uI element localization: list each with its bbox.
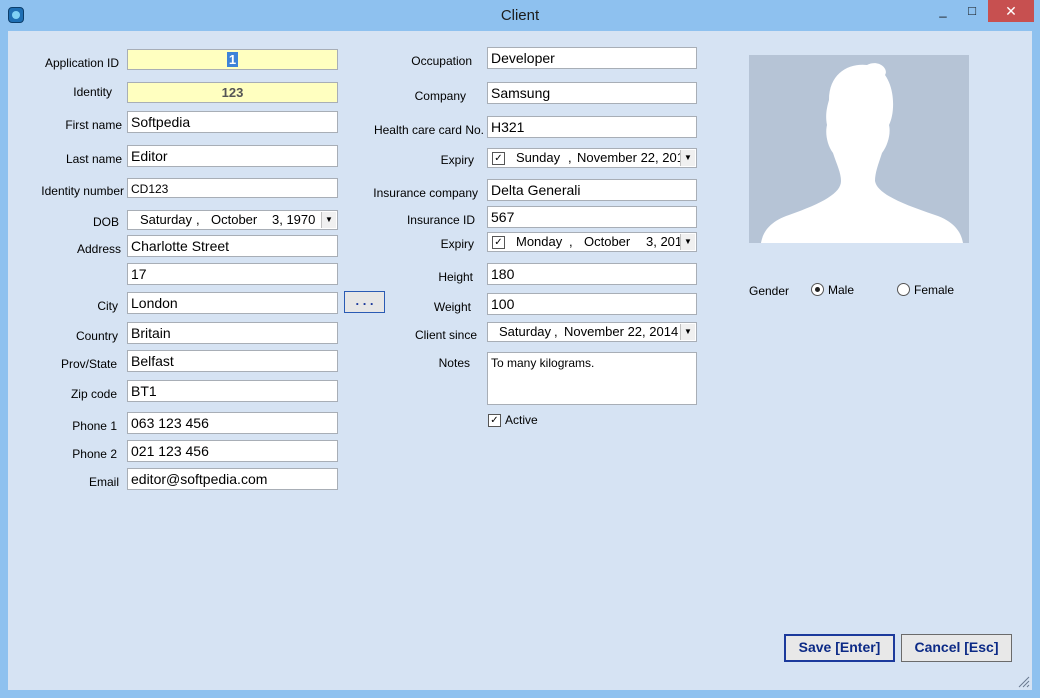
expiry2-datepicker[interactable]: ✓ Monday , October 3, 201 ▼ [487,232,697,252]
client-since-label: Client since [414,328,477,342]
email-field[interactable]: editor@softpedia.com [127,468,338,490]
client-since-datepicker[interactable]: Saturday , November 22, 2014 ▼ [487,322,697,342]
application-id-field[interactable]: 1 [127,49,338,70]
notes-label: Notes [438,356,470,370]
dob-date: 3, 1970 [272,212,316,227]
client-since-date: November 22, 2014 [564,324,679,339]
active-label: Active [505,413,538,427]
expiry1-date: November 22, 201 [577,150,684,165]
height-label: Height [438,270,473,284]
first-name-label: First name [65,118,122,132]
address-line2-field[interactable]: 17 [127,263,338,285]
country-field[interactable]: Britain [127,322,338,344]
phone2-label: Phone 2 [72,447,117,461]
occupation-field[interactable]: Developer [487,47,697,69]
prov-state-label: Prov/State [60,357,117,371]
zip-code-label: Zip code [70,387,117,401]
save-button[interactable]: Save [Enter] [784,634,895,662]
city-lookup-button[interactable]: . . . [344,291,385,313]
city-field[interactable]: London [127,292,338,314]
close-button[interactable]: ✕ [988,0,1034,22]
expiry2-date: 3, 201 [646,234,683,249]
chevron-down-icon[interactable]: ▼ [680,324,695,340]
client-photo[interactable] [749,55,969,243]
person-silhouette-icon [749,55,969,243]
weight-field[interactable]: 100 [487,293,697,315]
email-label: Email [88,475,119,489]
cancel-button[interactable]: Cancel [Esc] [901,634,1012,662]
gender-label: Gender [749,284,790,298]
insurance-company-field[interactable]: Delta Generali [487,179,697,201]
window-title: Client [500,7,540,24]
identity-field[interactable]: 123 [127,82,338,103]
address-line1-field[interactable]: Charlotte Street [127,235,338,257]
zip-code-field[interactable]: BT1 [127,380,338,402]
chevron-down-icon[interactable]: ▼ [680,150,695,166]
expiry1-sep: , [568,150,572,165]
dob-datepicker[interactable]: Saturday , October 3, 1970 ▼ [127,210,338,230]
maximize-button[interactable]: □ [958,0,986,22]
city-label: City [97,299,118,313]
expiry1-datepicker[interactable]: ✓ Sunday , November 22, 201 ▼ [487,148,697,168]
female-radio[interactable] [897,283,910,296]
phone1-label: Phone 1 [72,419,117,433]
insurance-company-label: Insurance company [373,186,478,200]
company-field[interactable]: Samsung [487,82,697,104]
last-name-label: Last name [65,152,122,166]
application-id-value: 1 [226,52,239,67]
active-checkbox[interactable]: ✓ [488,414,501,427]
expiry2-label: Expiry [440,237,474,251]
weight-label: Weight [433,300,471,314]
minimize-button[interactable]: _ [930,0,956,22]
dob-day: Saturday [140,212,193,227]
application-id-label: Application ID [44,56,119,70]
chevron-down-icon[interactable]: ▼ [321,212,336,228]
identity-number-label: Identity number [41,184,124,198]
height-field[interactable]: 180 [487,263,697,285]
expiry1-label: Expiry [440,153,474,167]
occupation-label: Occupation [411,54,472,68]
prov-state-field[interactable]: Belfast [127,350,338,372]
expiry2-month: October [584,234,631,249]
notes-field[interactable]: To many kilograms. [487,352,697,405]
dob-sep: , [196,212,200,227]
dob-label: DOB [92,215,119,229]
resize-grip-icon[interactable] [1018,676,1030,688]
phone1-field[interactable]: 063 123 456 [127,412,338,434]
insurance-id-field[interactable]: 567 [487,206,697,228]
health-card-label: Health care card No. [373,123,484,137]
dob-month: October [211,212,258,227]
male-label: Male [828,283,855,297]
client-since-sep: , [554,324,558,339]
client-since-day: Saturday [499,324,552,339]
title-bar: Client _ □ ✕ [0,0,1040,31]
first-name-field[interactable]: Softpedia [127,111,338,133]
client-form: Application ID Identity First name Last … [8,31,1032,690]
expiry2-day: Monday [516,234,563,249]
identity-label: Identity [73,85,112,99]
address-label: Address [76,242,121,256]
phone2-field[interactable]: 021 123 456 [127,440,338,462]
identity-number-field[interactable]: CD123 [127,178,338,198]
country-label: Country [75,329,118,343]
expiry1-checkbox[interactable]: ✓ [492,152,505,165]
chevron-down-icon[interactable]: ▼ [680,234,695,250]
expiry2-checkbox[interactable]: ✓ [492,236,505,249]
expiry1-day: Sunday [516,150,561,165]
last-name-field[interactable]: Editor [127,145,338,167]
male-radio[interactable] [811,283,824,296]
insurance-id-label: Insurance ID [406,213,475,227]
company-label: Company [414,89,466,103]
expiry2-sep: , [569,234,573,249]
health-card-field[interactable]: H321 [487,116,697,138]
female-label: Female [914,283,955,297]
